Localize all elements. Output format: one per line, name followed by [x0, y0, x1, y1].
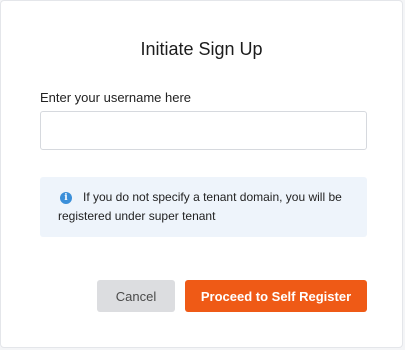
username-label: Enter your username here — [40, 90, 192, 105]
info-message-text: If you do not specify a tenant domain, y… — [58, 190, 342, 223]
dialog-title: Initiate Sign Up — [140, 39, 263, 59]
username-input[interactable] — [40, 111, 367, 150]
proceed-to-self-register-button[interactable]: Proceed to Self Register — [185, 280, 367, 312]
cancel-button[interactable]: Cancel — [97, 280, 175, 312]
info-message-box: i If you do not specify a tenant domain,… — [40, 177, 367, 237]
sign-up-dialog: Initiate Sign Up Enter your username her… — [0, 0, 403, 348]
